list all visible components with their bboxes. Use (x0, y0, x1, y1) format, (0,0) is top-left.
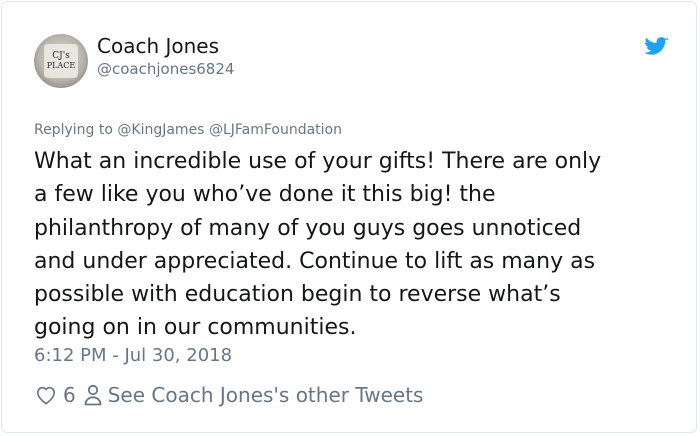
tweet-text: What an incredible use of your gifts! Th… (34, 145, 674, 345)
twitter-bird-icon[interactable] (643, 37, 669, 57)
heart-icon[interactable] (35, 385, 57, 405)
mention-ljfamfoundation[interactable]: @LJFamFoundation (209, 122, 342, 138)
see-other-tweets-link[interactable]: See Coach Jones's other Tweets (108, 383, 424, 407)
tweet-text-line: What an incredible use of your gifts! Th… (34, 149, 602, 174)
tweet-actions: 6 See Coach Jones's other Tweets (35, 380, 423, 410)
mention-kingjames[interactable]: @KingJames (117, 122, 204, 138)
replying-to: Replying to @KingJames @LJFamFoundation (34, 122, 342, 138)
avatar-mug-image: CJ's PLACE (44, 44, 78, 78)
author-handle[interactable]: @coachjones6824 (97, 60, 234, 78)
person-icon[interactable] (84, 384, 102, 406)
tweet-text-line: a few like you who’ve done it this big! … (34, 182, 496, 208)
tweet-text-line: philanthropy of many of you guys goes un… (34, 215, 582, 241)
tweet-card: CJ's PLACE Coach Jones @coachjones6824 R… (1, 1, 697, 433)
tweet-timestamp[interactable]: 6:12 PM - Jul 30, 2018 (34, 345, 232, 366)
author-display-name[interactable]: Coach Jones (97, 34, 219, 58)
tweet-text-line: and under appreciated. Continue to lift … (34, 248, 596, 274)
avatar[interactable]: CJ's PLACE (34, 34, 88, 88)
replying-to-label: Replying to (34, 122, 113, 138)
like-count[interactable]: 6 (63, 383, 76, 407)
tweet-text-line: going on in our communities. (34, 315, 357, 341)
avatar-text-line2: PLACE (47, 61, 76, 70)
tweet-text-line: possible with education begin to reverse… (34, 282, 561, 308)
avatar-text-line1: CJ's (52, 51, 70, 61)
